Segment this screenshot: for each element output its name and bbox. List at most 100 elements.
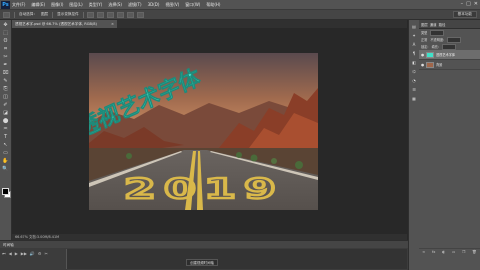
menu-select[interactable]: 选择(S) <box>108 2 122 8</box>
layer-thumbnail <box>426 61 434 68</box>
menu-window[interactable]: 窗口(W) <box>185 2 200 8</box>
maximize-button[interactable]: □ <box>466 1 471 8</box>
type-tool-icon[interactable]: T <box>2 134 9 140</box>
layer-style-icon[interactable]: fx <box>432 249 435 256</box>
first-frame-button[interactable]: ⏮ <box>2 251 6 256</box>
styles-panel-icon[interactable]: ⌬ <box>411 69 417 74</box>
menu-bar: Ps 文件(F) 编辑(E) 图像(I) 图层(L) 类型(Y) 选择(S) 滤… <box>0 0 480 10</box>
timeline-track[interactable] <box>66 249 407 269</box>
fill-label: 填充: <box>431 45 439 49</box>
settings-icon[interactable]: ⚙ <box>38 251 42 256</box>
paragraph-panel-icon[interactable]: ¶ <box>411 51 417 56</box>
audio-icon[interactable]: 🔊 <box>30 251 35 256</box>
history-panel-icon[interactable]: ▤ <box>411 24 417 29</box>
layer-filter-input[interactable] <box>430 29 445 36</box>
layer-mask-icon[interactable]: ▭ <box>452 249 455 256</box>
fill-input[interactable] <box>441 43 456 50</box>
close-tab-icon[interactable]: × <box>111 20 114 28</box>
tab-channels[interactable]: 通道 <box>430 22 437 27</box>
art-text-layer: 透视艺术字体 <box>89 64 205 143</box>
menu-file[interactable]: 文件(F) <box>12 2 25 8</box>
panel-tabs: 图层 通道 路径 <box>419 20 480 29</box>
align-middle-icon[interactable] <box>96 11 104 18</box>
menu-view[interactable]: 视图(V) <box>165 2 179 8</box>
healing-brush-tool-icon[interactable]: ⌧ <box>2 70 9 76</box>
menu-filter[interactable]: 滤镜(T) <box>128 2 142 8</box>
split-icon[interactable]: ✂ <box>45 251 48 256</box>
auto-select-checkbox-label[interactable]: 自动选择： <box>19 12 37 17</box>
menu-3d[interactable]: 3D(D) <box>148 2 160 7</box>
show-transform-controls-checkbox[interactable]: 显示变换控件 <box>57 12 79 17</box>
character-panel-icon[interactable]: A <box>411 42 417 47</box>
rectangle-tool-icon[interactable]: ▭ <box>2 150 9 156</box>
delete-layer-icon[interactable]: 🗑 <box>472 249 477 256</box>
path-selection-tool-icon[interactable]: ↖ <box>2 142 9 148</box>
dodge-tool-icon[interactable]: ♒ <box>2 126 9 132</box>
options-divider <box>14 11 15 18</box>
menu-type[interactable]: 类型(Y) <box>89 2 103 8</box>
create-video-timeline-button[interactable]: 创建视频时间轴 <box>186 259 218 266</box>
adjustment-layer-icon[interactable]: ◐ <box>442 249 445 256</box>
document-canvas[interactable]: 2019 透视艺术字体 <box>89 53 318 210</box>
auto-select-dropdown[interactable]: 图层 <box>41 12 48 17</box>
eraser-tool-icon[interactable]: ✐ <box>2 102 9 108</box>
next-frame-button[interactable]: ▶▶ <box>21 251 27 256</box>
gradient-tool-icon[interactable]: ◪ <box>2 110 9 116</box>
crop-tool-icon[interactable]: ✂ <box>2 54 9 60</box>
align-top-icon[interactable] <box>86 11 94 18</box>
blur-tool-icon[interactable]: ⬤ <box>2 118 9 124</box>
window-controls: – □ ✕ <box>461 1 478 8</box>
visibility-eye-icon[interactable]: ● <box>421 53 425 57</box>
layer-filter-row: 类型 <box>419 29 480 36</box>
align-center-icon[interactable] <box>126 11 134 18</box>
move-tool-icon[interactable]: ✥ <box>2 22 9 28</box>
clone-stamp-tool-icon[interactable]: ⎘ <box>2 86 9 92</box>
document-tab-title: 透视艺术字.psd @ 66.7% (透视艺术字体, RGB/8) <box>15 22 97 26</box>
brush-preset-icon[interactable]: ✦ <box>411 33 417 38</box>
history-brush-tool-icon[interactable]: ◫ <box>2 94 9 100</box>
layer-row[interactable]: ● 背景 <box>419 60 480 70</box>
lock-row: 锁定: 填充: <box>419 43 480 50</box>
visibility-eye-icon[interactable]: ● <box>421 63 425 67</box>
foreground-color-swatch[interactable] <box>2 188 9 195</box>
link-layers-icon[interactable]: ∞ <box>422 249 425 256</box>
layers-panel: 图层 通道 路径 类型 正常 不透明度: 锁定: 填充: ● 透视艺术字体 ● … <box>419 20 480 270</box>
timeline-panel-header[interactable]: 时间轴 <box>0 240 408 248</box>
properties-panel-icon[interactable]: ☰ <box>411 87 417 92</box>
zoom-tool-icon[interactable]: 🔍 <box>2 166 9 172</box>
workspace-dropdown[interactable]: 基本功能 <box>452 11 477 18</box>
play-button[interactable]: ▶ <box>15 251 18 256</box>
align-right-icon[interactable] <box>136 11 144 18</box>
marquee-tool-icon[interactable]: ⬚ <box>2 30 9 36</box>
adjustments-panel-icon[interactable]: ◧ <box>411 60 417 65</box>
menu-image[interactable]: 图像(I) <box>51 2 63 8</box>
menu-help[interactable]: 帮助(H) <box>206 2 220 8</box>
lasso-tool-icon[interactable]: ʘ <box>2 38 9 44</box>
move-tool-icon[interactable] <box>3 11 10 18</box>
blend-mode-dropdown[interactable]: 正常 <box>421 37 427 42</box>
document-tab[interactable]: 透视艺术字.psd @ 66.7% (透视艺术字体, RGB/8) × <box>12 20 117 28</box>
menu-edit[interactable]: 编辑(E) <box>31 2 45 8</box>
photoshop-logo: Ps <box>1 0 10 9</box>
align-bottom-icon[interactable] <box>106 11 114 18</box>
options-divider <box>82 11 84 18</box>
opacity-input[interactable] <box>447 36 462 43</box>
brush-tool-icon[interactable]: ✎ <box>2 78 9 84</box>
hand-tool-icon[interactable]: ✋ <box>2 158 9 164</box>
close-window-button[interactable]: ✕ <box>474 1 478 8</box>
menu-layer[interactable]: 图层(L) <box>69 2 82 8</box>
layer-row-selected[interactable]: ● 透视艺术字体 <box>419 50 480 60</box>
align-left-icon[interactable] <box>116 11 124 18</box>
swatches-panel-icon[interactable]: ▦ <box>411 96 417 101</box>
quick-select-tool-icon[interactable]: ⌗ <box>2 46 9 52</box>
options-bar: 自动选择： 图层 显示变换控件 <box>0 10 480 20</box>
eyedropper-tool-icon[interactable]: ✒ <box>2 62 9 68</box>
color-panel-icon[interactable]: ◔ <box>411 78 417 83</box>
minimize-button[interactable]: – <box>461 1 464 8</box>
tab-paths[interactable]: 路径 <box>439 22 446 27</box>
layer-kind-filter[interactable]: 类型 <box>421 30 427 35</box>
timeline-controls: ⏮ ◀ ▶ ▶▶ 🔊 ⚙ ✂ <box>2 251 48 256</box>
previous-frame-button[interactable]: ◀ <box>9 251 12 256</box>
tab-layers[interactable]: 图层 <box>421 22 428 27</box>
new-layer-icon[interactable]: ❐ <box>462 249 465 256</box>
